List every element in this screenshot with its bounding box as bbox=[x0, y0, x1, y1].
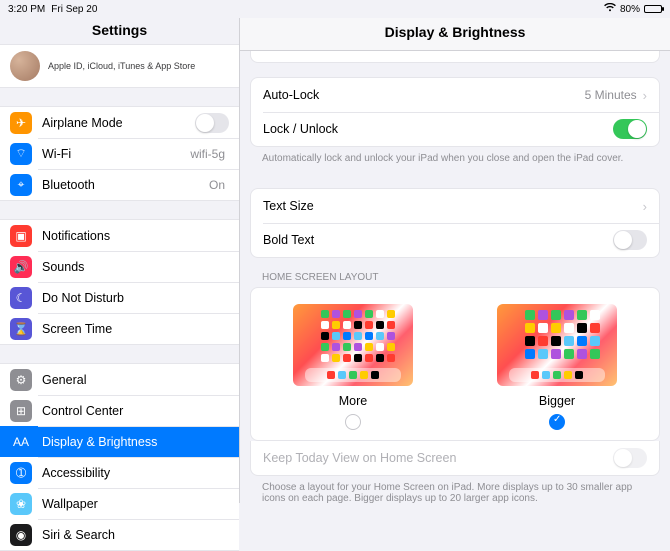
lock-unlock-switch[interactable] bbox=[613, 119, 647, 139]
text-size-label: Text Size bbox=[263, 199, 314, 213]
sidebar-title: Settings bbox=[0, 18, 239, 44]
keep-today-label: Keep Today View on Home Screen bbox=[263, 451, 456, 465]
sidebar-item-sounds[interactable]: 🔊 Sounds bbox=[0, 251, 239, 282]
chevron-right-icon: › bbox=[643, 88, 647, 103]
sidebar-item-screen-time[interactable]: ⌛ Screen Time bbox=[0, 313, 239, 344]
bold-text-switch[interactable] bbox=[613, 230, 647, 250]
sidebar-item-label: Do Not Disturb bbox=[42, 291, 229, 305]
sidebar-item-label: Airplane Mode bbox=[42, 116, 195, 130]
lock-unlock-label: Lock / Unlock bbox=[263, 122, 338, 136]
auto-lock-label: Auto-Lock bbox=[263, 88, 319, 102]
sidebar-item-label: Wi-Fi bbox=[42, 147, 190, 161]
battery-icon bbox=[644, 5, 662, 13]
row-lock-unlock[interactable]: Lock / Unlock bbox=[251, 112, 659, 146]
sidebar-switch[interactable] bbox=[195, 113, 229, 133]
status-date: Fri Sep 20 bbox=[51, 4, 97, 15]
sidebar-item-airplane-mode[interactable]: ✈︎ Airplane Mode bbox=[0, 107, 239, 138]
sidebar-icon: ⊞ bbox=[10, 400, 32, 422]
sidebar-item-label: Screen Time bbox=[42, 322, 229, 336]
layout-preview-bigger bbox=[497, 304, 617, 386]
home-screen-layout-card: More Bigger bbox=[250, 287, 660, 441]
sidebar-icon: ✈︎ bbox=[10, 112, 32, 134]
sidebar-icon: ⌛ bbox=[10, 318, 32, 340]
sidebar-item-label: Bluetooth bbox=[42, 178, 209, 192]
sidebar-item-label: General bbox=[42, 373, 229, 387]
sidebar-item-label: Notifications bbox=[42, 229, 229, 243]
sidebar-item-label: Sounds bbox=[42, 260, 229, 274]
profile-subtitle: Apple ID, iCloud, iTunes & App Store bbox=[48, 61, 195, 71]
row-text-size[interactable]: Text Size › bbox=[251, 189, 659, 223]
sidebar-item-do-not-disturb[interactable]: ☾ Do Not Disturb bbox=[0, 282, 239, 313]
auto-lock-value: 5 Minutes bbox=[585, 88, 637, 102]
sidebar-item-general[interactable]: ⚙ General bbox=[0, 364, 239, 395]
layout-option-more[interactable]: More bbox=[261, 304, 445, 430]
detail-pane: Display & Brightness Auto-Lock 5 Minutes… bbox=[240, 18, 670, 503]
sidebar-item-siri-search[interactable]: ◉ Siri & Search bbox=[0, 519, 239, 550]
sidebar-icon: ▣ bbox=[10, 225, 32, 247]
row-bold-text[interactable]: Bold Text bbox=[251, 223, 659, 257]
detail-title: Display & Brightness bbox=[240, 18, 670, 51]
sidebar-item-trail: On bbox=[209, 178, 225, 192]
avatar bbox=[10, 51, 40, 81]
sidebar-item-label: Accessibility bbox=[42, 466, 229, 480]
battery-pct: 80% bbox=[620, 4, 640, 15]
sidebar-item-bluetooth[interactable]: ⌖ BluetoothOn bbox=[0, 169, 239, 200]
wifi-icon bbox=[604, 3, 616, 15]
layout-option-bigger[interactable]: Bigger bbox=[465, 304, 649, 430]
sidebar-icon: ❀ bbox=[10, 493, 32, 515]
layout-note: Choose a layout for your Home Screen on … bbox=[250, 476, 660, 503]
sidebar-item-label: Control Center bbox=[42, 404, 229, 418]
keep-today-switch bbox=[613, 448, 647, 468]
row-keep-today-view: Keep Today View on Home Screen bbox=[251, 441, 659, 475]
status-time: 3:20 PM bbox=[8, 4, 45, 15]
bold-text-label: Bold Text bbox=[263, 233, 314, 247]
sidebar-icon: ⌔ bbox=[10, 143, 32, 165]
layout-bigger-label: Bigger bbox=[539, 394, 575, 408]
sidebar-icon: ⚙ bbox=[10, 369, 32, 391]
sidebar-item-accessibility[interactable]: ➀ Accessibility bbox=[0, 457, 239, 488]
sidebar-icon: ◉ bbox=[10, 524, 32, 546]
sidebar-icon: 🔊 bbox=[10, 256, 32, 278]
layout-more-label: More bbox=[339, 394, 367, 408]
sidebar-icon: ⌖ bbox=[10, 174, 32, 196]
sidebar-item-notifications[interactable]: ▣ Notifications bbox=[0, 220, 239, 251]
row-auto-lock[interactable]: Auto-Lock 5 Minutes › bbox=[251, 78, 659, 112]
lock-unlock-note: Automatically lock and unlock your iPad … bbox=[250, 147, 660, 174]
sidebar: Settings Apple ID, iCloud, iTunes & App … bbox=[0, 18, 240, 503]
sidebar-item-label: Siri & Search bbox=[42, 528, 229, 542]
sidebar-icon: ☾ bbox=[10, 287, 32, 309]
sidebar-profile[interactable]: Apple ID, iCloud, iTunes & App Store bbox=[0, 44, 239, 88]
sidebar-icon: ➀ bbox=[10, 462, 32, 484]
sidebar-item-display-brightness[interactable]: AA Display & Brightness bbox=[0, 426, 239, 457]
status-bar: 3:20 PM Fri Sep 20 80% bbox=[0, 0, 670, 18]
sidebar-icon: AA bbox=[10, 431, 32, 453]
layout-preview-more bbox=[293, 304, 413, 386]
sidebar-item-label: Wallpaper bbox=[42, 497, 229, 511]
sidebar-item-control-center[interactable]: ⊞ Control Center bbox=[0, 395, 239, 426]
sidebar-item-wallpaper[interactable]: ❀ Wallpaper bbox=[0, 488, 239, 519]
layout-more-radio[interactable] bbox=[345, 414, 361, 430]
sidebar-item-wi-fi[interactable]: ⌔ Wi-Fiwifi-5g bbox=[0, 138, 239, 169]
home-screen-layout-header: Home Screen Layout bbox=[250, 258, 660, 287]
sidebar-item-label: Display & Brightness bbox=[42, 435, 229, 449]
layout-bigger-radio[interactable] bbox=[549, 414, 565, 430]
chevron-right-icon: › bbox=[643, 199, 647, 214]
sidebar-item-trail: wifi-5g bbox=[190, 147, 225, 161]
